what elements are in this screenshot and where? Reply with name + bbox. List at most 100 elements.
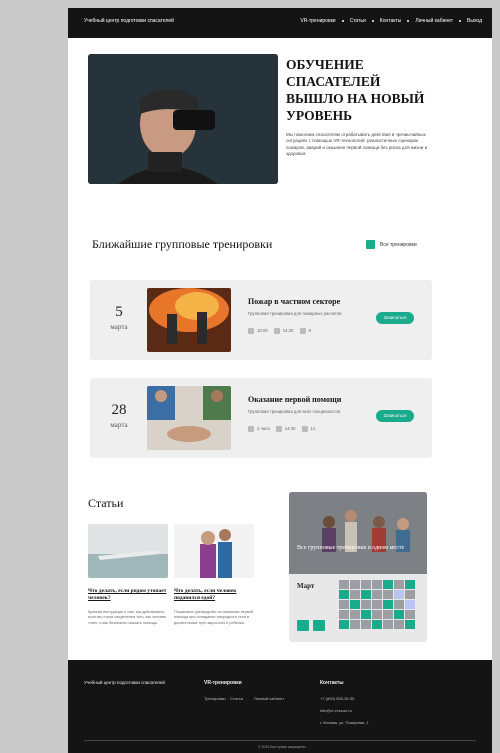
calendar-day[interactable] [383, 600, 393, 609]
articles-section-title: Статьи [88, 496, 124, 510]
footer-col-title: Контакты [320, 680, 344, 686]
calendar-day[interactable] [339, 610, 349, 619]
article-excerpt: Пошаговое руководство по оказанию первой… [174, 610, 254, 625]
copyright: © 2024 Все права защищены [258, 745, 306, 749]
event-card: 28 марта Оказание первой помощи Группова… [90, 378, 432, 458]
site-footer: Учебный центр подготовки спасателей VR-т… [68, 660, 492, 753]
event-meta-item: 12 [301, 426, 315, 432]
footer-link[interactable]: Статьи [230, 696, 243, 701]
next-month-arrow-icon[interactable] [313, 620, 325, 631]
calendar-day[interactable] [350, 610, 360, 619]
all-trainings-link[interactable]: Все тренировки [366, 240, 417, 249]
calendar-day[interactable] [405, 610, 415, 619]
event-image-fire [147, 288, 231, 352]
footer-contact[interactable]: info@vr-rescue.ru [320, 708, 352, 713]
calendar-day[interactable] [350, 620, 360, 629]
calendar-day[interactable] [394, 580, 404, 589]
nav-vr-trainings[interactable]: VR-тренировки [300, 18, 335, 24]
footer-brand[interactable]: Учебный центр подготовки спасателей [84, 680, 165, 685]
calendar-day[interactable] [372, 600, 382, 609]
calendar-day[interactable] [405, 580, 415, 589]
nav-contacts[interactable]: Контакты [380, 18, 402, 24]
event-subtitle: Групповая тренировка для пожарных расчет… [248, 311, 342, 316]
separator-dot [407, 20, 410, 22]
separator-dot [371, 20, 374, 22]
calendar-grid [339, 580, 415, 629]
event-meta-item: 14:30 [275, 426, 296, 432]
calendar-day[interactable] [361, 580, 371, 589]
calendar-day[interactable] [350, 600, 360, 609]
article-title[interactable]: Что делать, если рядом утопает человек? [88, 588, 168, 602]
calendar-day[interactable] [350, 580, 360, 589]
nav-account[interactable]: Личный кабинет [415, 18, 453, 24]
clock-icon [273, 328, 280, 334]
signup-button[interactable]: Записаться [376, 312, 414, 324]
calendar-day[interactable] [339, 580, 349, 589]
separator-dot [459, 20, 462, 22]
events-section-title: Ближайшие групповые тренировки [92, 237, 273, 251]
calendar-day[interactable] [361, 590, 371, 599]
separator-dot [341, 20, 344, 22]
brand-link[interactable]: Учебный центр подготовки спасателей [84, 18, 174, 24]
hero-description: Мы помогаем спасателям отрабатывать дейс… [286, 132, 428, 157]
calendar-icon [366, 240, 375, 249]
calendar-day[interactable] [394, 600, 404, 609]
article-image-choking[interactable] [174, 524, 254, 578]
event-title: Пожар в частном секторе [248, 297, 341, 306]
footer-contact: г. Москва, ул. Пожарная, 1 [320, 720, 369, 725]
calendar-day[interactable] [383, 620, 393, 629]
article-image-water[interactable] [88, 524, 168, 578]
event-meta-item: 2 часа [248, 426, 270, 432]
event-image-first-aid [147, 386, 231, 450]
calendar-day[interactable] [383, 590, 393, 599]
calendar-day[interactable] [394, 620, 404, 629]
calendar-day[interactable] [350, 590, 360, 599]
group-training-photo [289, 492, 427, 574]
calendar-day[interactable] [394, 610, 404, 619]
footer-contact[interactable]: +7 (800) 555-35-35 [320, 696, 354, 701]
calendar-day[interactable] [383, 580, 393, 589]
calendar-day[interactable] [383, 610, 393, 619]
calendar-day[interactable] [361, 600, 371, 609]
event-subtitle: Групповая тренировка для всех специалист… [248, 409, 341, 414]
calendar-month: Март [297, 582, 315, 590]
calendar-icon [248, 426, 254, 432]
prev-month-arrow-icon[interactable] [297, 620, 309, 631]
main-nav: VR-тренировки Статьи Контакты Личный каб… [300, 18, 482, 24]
event-day: 28 [111, 402, 127, 418]
event-meta-item: 14:30 [273, 328, 294, 334]
article-title[interactable]: Что делать, если человек подавился едой? [174, 588, 254, 602]
all-trainings-label: Все тренировки [380, 241, 417, 248]
event-meta: 2 часа 14:30 12 [248, 426, 315, 432]
calendar-day[interactable] [372, 620, 382, 629]
calendar-day[interactable] [405, 600, 415, 609]
signup-button[interactable]: Записаться [376, 410, 414, 422]
event-meta: 10:00 14:30 8 [248, 328, 311, 334]
hero-image-vr-headset [88, 54, 278, 184]
user-icon [301, 426, 308, 432]
calendar-day[interactable] [394, 590, 404, 599]
footer-link[interactable]: Личный кабинет [254, 696, 284, 701]
calendar-day[interactable] [361, 610, 371, 619]
calendar-day[interactable] [405, 590, 415, 599]
nav-articles[interactable]: Статьи [350, 18, 366, 24]
calendar-day[interactable] [405, 620, 415, 629]
nav-logout[interactable]: Выход [467, 18, 482, 24]
calendar-day[interactable] [339, 600, 349, 609]
calendar-day[interactable] [361, 620, 371, 629]
calendar-day[interactable] [372, 590, 382, 599]
footer-link[interactable]: Тренировки [204, 696, 226, 701]
calendar-day[interactable] [372, 610, 382, 619]
event-meta-item: 8 [299, 328, 311, 334]
calendar-day[interactable] [339, 620, 349, 629]
footer-col-title: VR-тренировки [204, 680, 242, 686]
calendar-day[interactable] [372, 580, 382, 589]
calendar-icon [248, 328, 254, 334]
calendar-caption: Все групповые тренировки в одном месте [297, 545, 405, 551]
event-month: марта [110, 421, 128, 429]
calendar-day[interactable] [339, 590, 349, 599]
page: Учебный центр подготовки спасателей VR-т… [68, 8, 492, 753]
event-meta-item: 10:00 [248, 328, 268, 334]
event-card: 5 марта Пожар в частном секторе Группова… [90, 280, 432, 360]
user-icon [299, 328, 306, 334]
